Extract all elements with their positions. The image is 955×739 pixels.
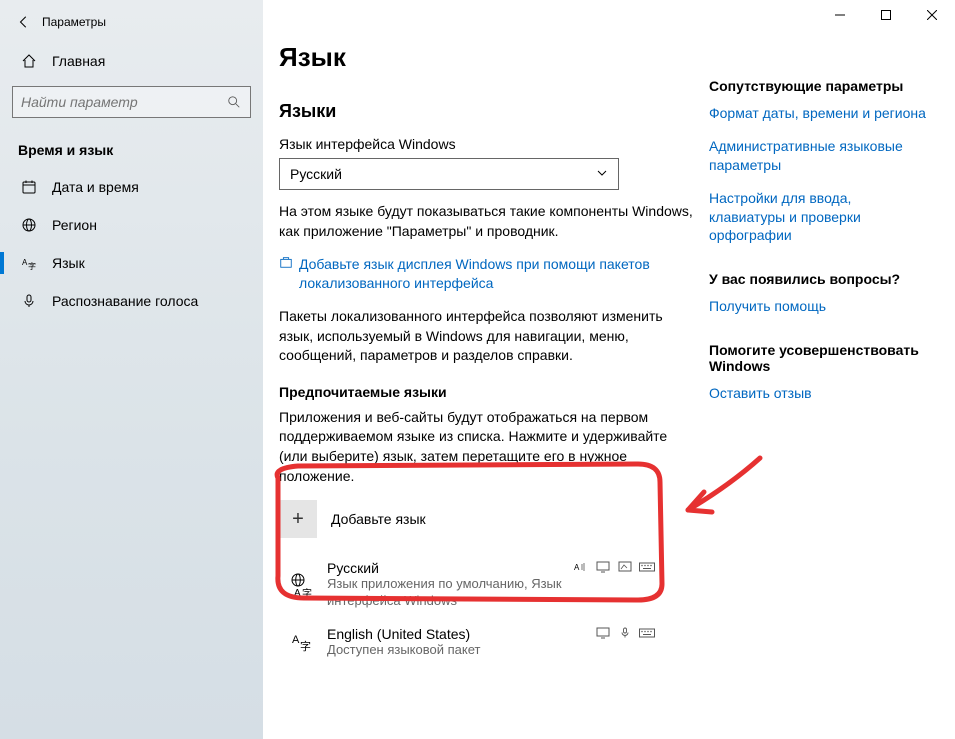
sidebar-item-label: Распознавание голоса xyxy=(52,293,198,309)
keyboard-icon xyxy=(639,626,655,640)
titlebar: Параметры xyxy=(0,8,263,42)
search-input[interactable] xyxy=(13,94,218,110)
add-language-button[interactable]: + Добавьте язык xyxy=(279,500,699,538)
main-content: Язык Языки Язык интерфейса Windows Русск… xyxy=(263,0,955,739)
minimize-button[interactable] xyxy=(817,0,863,30)
search-box[interactable] xyxy=(12,86,251,118)
sidebar-item-date-time[interactable]: Дата и время xyxy=(12,168,251,206)
feedback-heading: Помогите усовершенствовать Windows xyxy=(709,342,929,374)
feedback-link[interactable]: Оставить отзыв xyxy=(709,384,929,403)
sidebar-item-label: Язык xyxy=(52,255,85,271)
language-item-russian[interactable]: A字 Русский Язык приложения по умолчанию,… xyxy=(279,552,659,618)
svg-text:A: A xyxy=(294,588,301,599)
close-button[interactable] xyxy=(909,0,955,30)
preferred-desc: Приложения и веб-сайты будут отображатьс… xyxy=(279,408,699,486)
window-controls xyxy=(817,0,955,30)
display-language-desc: На этом языке будут показываться такие к… xyxy=(279,202,699,241)
language-subtitle: Доступен языковой пакет xyxy=(327,642,595,659)
related-link-date-format[interactable]: Формат даты, времени и региона xyxy=(709,104,929,123)
sidebar-item-home[interactable]: Главная xyxy=(12,42,251,80)
related-link-admin-lang[interactable]: Административные языковые параметры xyxy=(709,137,929,175)
help-link[interactable]: Получить помощь xyxy=(709,297,929,316)
display-language-value: Русский xyxy=(290,166,342,182)
add-language-label: Добавьте язык xyxy=(331,511,426,527)
language-subtitle: Язык приложения по умолчанию, Язык интер… xyxy=(327,576,573,610)
tts-icon: A xyxy=(573,560,589,574)
language-glyph-icon: A字 xyxy=(283,560,321,610)
language-name: English (United States) xyxy=(327,626,595,642)
back-button[interactable] xyxy=(10,12,38,32)
svg-text:A: A xyxy=(574,563,580,572)
related-heading: Сопутствующие параметры xyxy=(709,78,929,94)
sidebar-item-speech[interactable]: Распознавание голоса xyxy=(12,282,251,320)
display-icon xyxy=(595,560,611,574)
keyboard-icon xyxy=(639,560,655,574)
sidebar: Параметры Главная Время и язык xyxy=(0,0,263,739)
search-icon xyxy=(218,95,250,109)
chevron-down-icon xyxy=(596,166,608,182)
sidebar-item-label: Главная xyxy=(52,53,105,69)
page-title: Язык xyxy=(279,42,699,73)
store-icon xyxy=(279,255,293,269)
sidebar-item-label: Регион xyxy=(52,217,97,233)
store-link[interactable]: Добавьте язык дисплея Windows при помощи… xyxy=(299,255,699,293)
related-link-input-spell[interactable]: Настройки для ввода, клавиатуры и провер… xyxy=(709,189,929,246)
clock-icon xyxy=(20,178,38,196)
language-item-english[interactable]: A字 English (United States) Доступен язык… xyxy=(279,618,659,667)
svg-text:字: 字 xyxy=(300,639,311,653)
language-features: A xyxy=(573,560,655,610)
sidebar-item-language[interactable]: A字 Язык xyxy=(12,244,251,282)
sidebar-group-heading: Время и язык xyxy=(0,126,263,168)
sidebar-item-label: Дата и время xyxy=(52,179,139,195)
display-icon xyxy=(595,626,611,640)
language-name: Русский xyxy=(327,560,573,576)
ink-icon xyxy=(617,560,633,574)
display-language-select[interactable]: Русский xyxy=(279,158,619,190)
home-icon xyxy=(20,52,38,70)
mic-icon xyxy=(20,292,38,310)
globe-icon xyxy=(20,216,38,234)
lang-icon: A字 xyxy=(20,254,38,272)
svg-text:A: A xyxy=(292,634,300,646)
maximize-button[interactable] xyxy=(863,0,909,30)
aside-panel: Сопутствующие параметры Формат даты, вре… xyxy=(699,0,929,739)
help-heading: У вас появились вопросы? xyxy=(709,271,929,287)
plus-icon: + xyxy=(279,500,317,538)
language-features xyxy=(595,626,655,659)
section-heading-languages: Языки xyxy=(279,101,699,122)
language-glyph-icon: A字 xyxy=(283,626,321,659)
store-desc: Пакеты локализованного интерфейса позвол… xyxy=(279,307,699,366)
window-title: Параметры xyxy=(42,15,106,29)
sidebar-item-region[interactable]: Регион xyxy=(12,206,251,244)
display-language-label: Язык интерфейса Windows xyxy=(279,136,699,152)
preferred-heading: Предпочитаемые языки xyxy=(279,384,699,400)
mic-icon xyxy=(617,626,633,640)
svg-text:字: 字 xyxy=(302,587,312,599)
svg-text:字: 字 xyxy=(28,261,36,271)
